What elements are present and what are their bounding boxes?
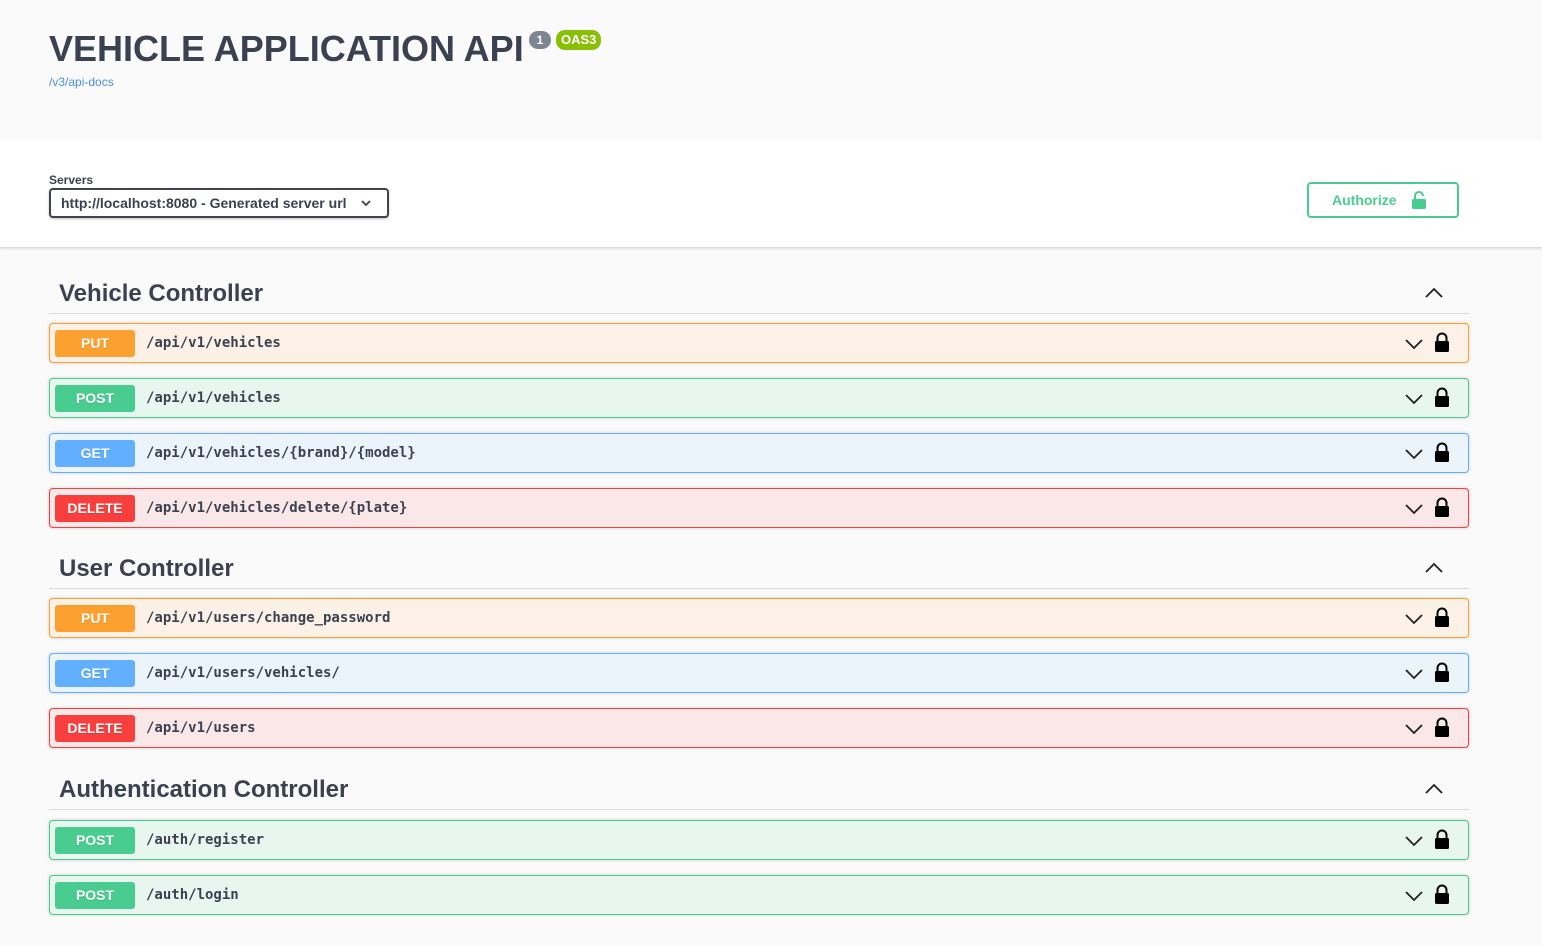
- method-badge: POST: [55, 385, 135, 412]
- authorize-label: Authorize: [1332, 192, 1397, 208]
- api-title: VEHICLE APPLICATION API: [49, 28, 524, 69]
- lock-icon[interactable]: [1434, 829, 1450, 849]
- tag-section-vehicle-controller: Vehicle Controller PUT /api/v1/vehicles …: [49, 268, 1469, 528]
- operation-row[interactable]: PUT /api/v1/users/change_password: [49, 598, 1469, 638]
- tag-section-authentication-controller: Authentication Controller POST /auth/reg…: [49, 764, 1469, 915]
- chevron-up-icon[interactable]: [1423, 282, 1445, 304]
- operation-path: /api/v1/vehicles: [146, 335, 281, 351]
- lock-icon[interactable]: [1434, 497, 1450, 517]
- tag-title: Vehicle Controller: [59, 280, 264, 307]
- chevron-down-icon[interactable]: [1404, 833, 1424, 849]
- method-badge: PUT: [55, 330, 135, 357]
- lock-icon[interactable]: [1434, 717, 1450, 737]
- lock-icon[interactable]: [1434, 662, 1450, 682]
- lock-icon[interactable]: [1434, 884, 1450, 904]
- chevron-down-icon[interactable]: [1404, 336, 1424, 352]
- version-badge: 1: [529, 31, 551, 49]
- operation-path: /api/v1/vehicles/delete/{plate}: [146, 500, 408, 516]
- chevron-down-icon[interactable]: [1404, 666, 1424, 682]
- operation-path: /auth/register: [146, 832, 265, 848]
- tag-header[interactable]: Authentication Controller: [49, 764, 1469, 810]
- lock-icon[interactable]: [1434, 442, 1450, 462]
- api-info-header: VEHICLE APPLICATION API 1 OAS3 /v3/api-d…: [0, 0, 1542, 140]
- lock-icon[interactable]: [1434, 332, 1450, 352]
- operation-row[interactable]: DELETE /api/v1/vehicles/delete/{plate}: [49, 488, 1469, 528]
- chevron-up-icon[interactable]: [1423, 778, 1445, 800]
- chevron-down-icon: [361, 200, 371, 207]
- chevron-up-icon[interactable]: [1423, 557, 1445, 579]
- chevron-down-icon[interactable]: [1404, 721, 1424, 737]
- chevron-down-icon[interactable]: [1404, 391, 1424, 407]
- chevron-down-icon[interactable]: [1404, 888, 1424, 904]
- method-badge: GET: [55, 660, 135, 687]
- tag-section-user-controller: User Controller PUT /api/v1/users/change…: [49, 543, 1469, 748]
- operation-path: /api/v1/users/vehicles/: [146, 665, 340, 681]
- method-badge: POST: [55, 827, 135, 854]
- method-badge: DELETE: [55, 495, 135, 522]
- operation-path: /api/v1/vehicles: [146, 390, 281, 406]
- oas-badge: OAS3: [556, 30, 602, 50]
- method-badge: PUT: [55, 605, 135, 632]
- servers-label: Servers: [49, 173, 94, 187]
- chevron-down-icon[interactable]: [1404, 446, 1424, 462]
- operation-path: /auth/login: [146, 887, 239, 903]
- api-docs-link[interactable]: /v3/api-docs: [49, 75, 114, 89]
- operation-path: /api/v1/users/change_password: [146, 610, 391, 626]
- tag-title: Authentication Controller: [59, 776, 349, 803]
- operation-row[interactable]: POST /auth/login: [49, 875, 1469, 915]
- operation-row[interactable]: GET /api/v1/vehicles/{brand}/{model}: [49, 433, 1469, 473]
- method-badge: DELETE: [55, 715, 135, 742]
- unlocked-icon: [1412, 191, 1426, 209]
- operation-path: /api/v1/vehicles/{brand}/{model}: [146, 445, 416, 461]
- method-badge: POST: [55, 882, 135, 909]
- servers-select[interactable]: http://localhost:8080 - Generated server…: [49, 188, 389, 218]
- operation-row[interactable]: PUT /api/v1/vehicles: [49, 323, 1469, 363]
- chevron-down-icon[interactable]: [1404, 611, 1424, 627]
- operation-row[interactable]: DELETE /api/v1/users: [49, 708, 1469, 748]
- operation-row[interactable]: POST /api/v1/vehicles: [49, 378, 1469, 418]
- chevron-down-icon[interactable]: [1404, 501, 1424, 517]
- servers-selected-value: http://localhost:8080 - Generated server…: [61, 195, 347, 211]
- operation-path: /api/v1/users: [146, 720, 256, 736]
- scheme-container: Servers http://localhost:8080 - Generate…: [0, 140, 1542, 248]
- operation-row[interactable]: GET /api/v1/users/vehicles/: [49, 653, 1469, 693]
- tag-title: User Controller: [59, 555, 234, 582]
- operation-row[interactable]: POST /auth/register: [49, 820, 1469, 860]
- method-badge: GET: [55, 440, 135, 467]
- lock-icon[interactable]: [1434, 387, 1450, 407]
- authorize-button[interactable]: Authorize: [1307, 182, 1459, 218]
- tag-header[interactable]: Vehicle Controller: [49, 268, 1469, 314]
- lock-icon[interactable]: [1434, 607, 1450, 627]
- tag-header[interactable]: User Controller: [49, 543, 1469, 589]
